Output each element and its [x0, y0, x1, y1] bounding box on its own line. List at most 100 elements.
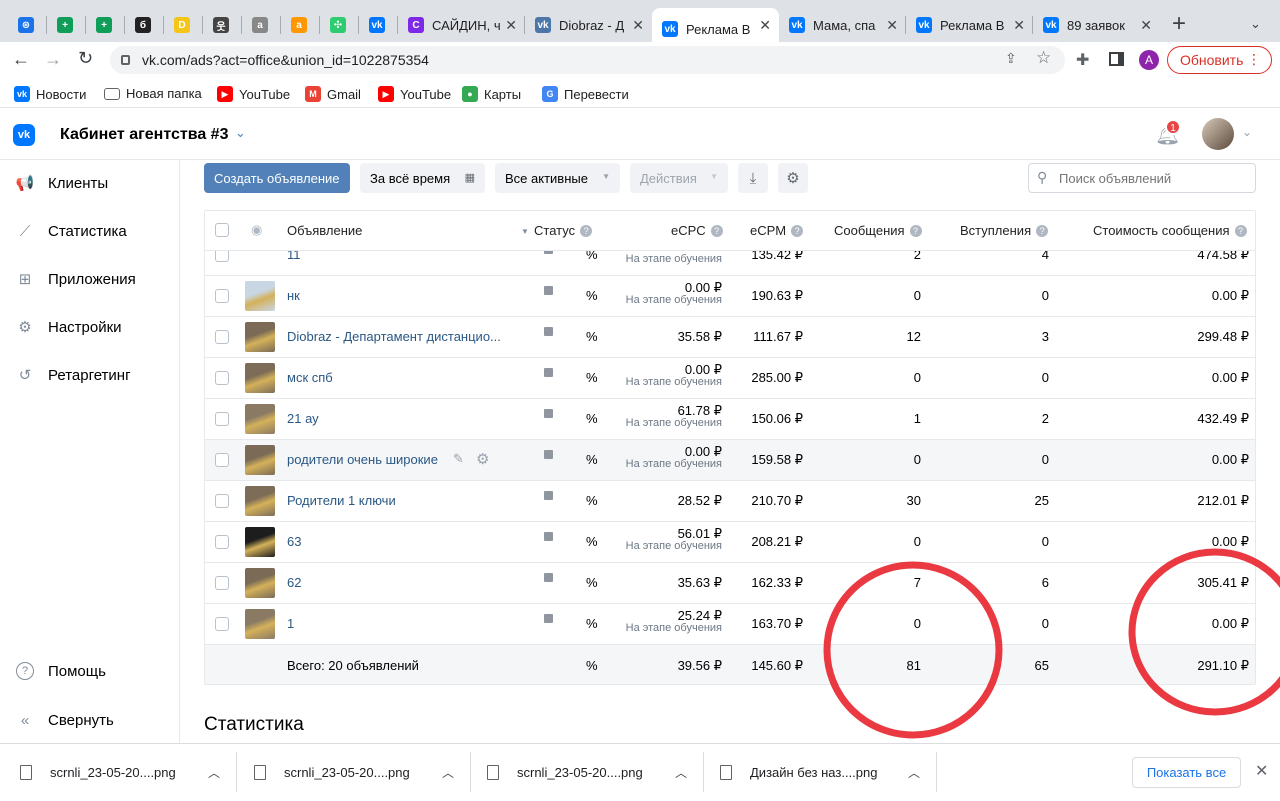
table-row[interactable]: родители очень широкие ✎ ⚙% 0.00 ₽ На этапе … — [205, 440, 1255, 481]
download-item[interactable]: scrnli_23-05-20....png ︿ — [254, 744, 470, 801]
table-row[interactable]: Родители 1 ключи% 28.52 ₽ 210.70 ₽ 30 25 212.… — [205, 481, 1255, 522]
download-item[interactable]: Дизайн без наз....png ︿ — [720, 744, 936, 801]
search-input[interactable]: ⚲ — [1028, 163, 1256, 193]
ad-thumbnail[interactable] — [245, 404, 275, 434]
forward-icon[interactable]: → — [44, 49, 62, 70]
new-tab-button[interactable]: + — [1172, 10, 1186, 38]
ad-name-link[interactable]: 63 — [287, 534, 301, 549]
row-checkbox[interactable] — [215, 330, 229, 344]
browser-tab[interactable]: vk — [359, 8, 398, 42]
chevron-up-icon[interactable]: ︿ — [208, 764, 220, 781]
create-ad-button[interactable]: Создать объявление — [204, 163, 350, 193]
back-icon[interactable]: ← — [12, 49, 30, 70]
status-indicator[interactable] — [544, 532, 553, 541]
actions-dropdown[interactable]: Действия ▼ — [630, 163, 728, 193]
reload-icon[interactable]: ↻ — [78, 48, 93, 69]
close-tab-icon[interactable]: ✕ — [1013, 17, 1025, 34]
chevron-up-icon[interactable]: ︿ — [442, 764, 454, 781]
close-tab-icon[interactable]: ✕ — [759, 17, 771, 34]
chevron-up-icon[interactable]: ︿ — [675, 764, 687, 781]
browser-tab[interactable]: a — [242, 8, 281, 42]
period-filter-button[interactable]: За всё время ▦ — [360, 163, 485, 193]
cabinet-chevron-icon[interactable]: ⌄ — [235, 125, 246, 141]
ad-thumbnail[interactable] — [245, 486, 275, 516]
status-indicator[interactable] — [544, 368, 553, 377]
gear-icon[interactable]: ⚙ — [476, 450, 489, 468]
close-downloads-icon[interactable]: ✕ — [1255, 761, 1268, 781]
chevron-up-icon[interactable]: ︿ — [908, 764, 920, 781]
browser-tab[interactable]: б — [125, 8, 164, 42]
column-header-message-cost-label[interactable]: Стоимость сообщения — [1093, 223, 1230, 238]
bookmark-item[interactable]: M Gmail — [305, 86, 361, 102]
close-tab-icon[interactable]: ✕ — [886, 17, 898, 34]
browser-tab[interactable]: vk 89 заявок ✕ — [1033, 8, 1160, 42]
ad-thumbnail[interactable] — [245, 609, 275, 639]
eye-icon[interactable]: ◉ — [251, 222, 262, 238]
select-all-checkbox[interactable] — [215, 223, 229, 237]
row-checkbox[interactable] — [215, 576, 229, 590]
column-header-ecpc-label[interactable]: eCPC — [671, 223, 706, 238]
profile-avatar[interactable]: A — [1139, 50, 1159, 70]
help-icon[interactable]: ? — [791, 225, 804, 237]
download-item[interactable]: scrnli_23-05-20....png ︿ — [487, 744, 703, 801]
help-icon[interactable]: ? — [580, 225, 593, 237]
status-indicator[interactable] — [544, 327, 553, 336]
download-item[interactable]: scrnli_23-05-20....png ︿ — [20, 744, 236, 801]
browser-tab[interactable]: ✣ — [320, 8, 359, 42]
ad-name-link[interactable]: Diobraz - Департамент дистанцио... — [287, 329, 501, 344]
browser-tab[interactable]: + — [47, 8, 86, 42]
browser-tab[interactable]: vk Diobraz - Д ✕ — [525, 8, 652, 42]
sidebar-item[interactable]: ⊞ Приложения — [0, 257, 179, 301]
sidebar-item[interactable]: ⚙ Настройки — [0, 305, 179, 349]
table-row[interactable]: нк% 0.00 ₽ На этапе обучения 190.63 ₽0 0 0.00… — [205, 276, 1255, 317]
help-icon[interactable]: ? — [1036, 225, 1049, 237]
ad-name-link[interactable]: 62 — [287, 575, 301, 590]
ad-thumbnail[interactable] — [245, 527, 275, 557]
bookmark-item[interactable]: ▶ YouTube — [378, 86, 451, 102]
browser-tab[interactable]: 웃 — [203, 8, 242, 42]
help-icon[interactable]: ? — [909, 225, 922, 237]
help-icon[interactable]: ? — [1234, 225, 1247, 237]
column-header-messages-label[interactable]: Сообщения — [834, 223, 905, 238]
row-checkbox[interactable] — [215, 371, 229, 385]
column-header-joins-label[interactable]: Вступления — [960, 223, 1031, 238]
status-filter-dropdown[interactable]: Все активные ▼ — [495, 163, 620, 193]
edit-icon[interactable]: ✎ — [453, 451, 464, 467]
table-row[interactable]: 21 ау% 61.78 ₽ На этапе обучения 150.06 ₽1 2… — [205, 399, 1255, 440]
ad-name-link[interactable]: нк — [287, 288, 300, 303]
ad-name-link[interactable]: родители очень широкие — [287, 452, 438, 467]
user-menu-chevron-icon[interactable]: ⌄ — [1242, 125, 1252, 139]
ad-thumbnail[interactable] — [245, 281, 275, 311]
ad-name-link[interactable]: 21 ау — [287, 411, 319, 426]
tab-search-icon[interactable]: ⌄ — [1250, 16, 1261, 32]
sort-icon[interactable]: ▼ — [521, 227, 529, 236]
status-indicator[interactable] — [544, 409, 553, 418]
row-checkbox[interactable] — [215, 289, 229, 303]
table-row[interactable]: мск спб% 0.00 ₽ На этапе обучения 285.00 ₽ 0… — [205, 358, 1255, 399]
help-icon[interactable]: ? — [710, 225, 723, 237]
column-header-ad[interactable]: Объявление — [287, 223, 362, 238]
sidebar-item[interactable]: ⟋ Статистика — [0, 209, 179, 253]
search-field[interactable] — [1059, 168, 1249, 188]
row-checkbox[interactable] — [215, 535, 229, 549]
update-button[interactable]: Обновить ⋮ — [1167, 46, 1272, 74]
bookmark-item[interactable]: ● Карты — [462, 86, 521, 102]
address-bar[interactable]: vk.com/ads?act=office&union_id=102287535… — [110, 46, 1065, 74]
ad-thumbnail[interactable] — [245, 445, 275, 475]
bookmark-star-icon[interactable]: ☆ — [1036, 48, 1051, 68]
row-checkbox[interactable] — [215, 494, 229, 508]
extensions-icon[interactable]: ✚ — [1076, 50, 1089, 70]
browser-tab[interactable]: vk Мама, спа ✕ — [779, 8, 906, 42]
row-checkbox[interactable] — [215, 617, 229, 631]
user-avatar[interactable] — [1202, 118, 1234, 150]
column-header-ecpm-label[interactable]: eCPM — [750, 223, 786, 238]
share-icon[interactable]: ⇪ — [1005, 50, 1017, 67]
browser-tab[interactable]: C САЙДИН, ч ✕ — [398, 8, 525, 42]
status-indicator[interactable] — [544, 614, 553, 623]
row-checkbox[interactable] — [215, 412, 229, 426]
ad-thumbnail[interactable] — [245, 322, 275, 352]
browser-tab[interactable]: vk Реклама В ✕ — [906, 8, 1033, 42]
browser-tab[interactable]: + — [86, 8, 125, 42]
ad-thumbnail[interactable] — [245, 568, 275, 598]
ad-thumbnail[interactable] — [245, 363, 275, 393]
